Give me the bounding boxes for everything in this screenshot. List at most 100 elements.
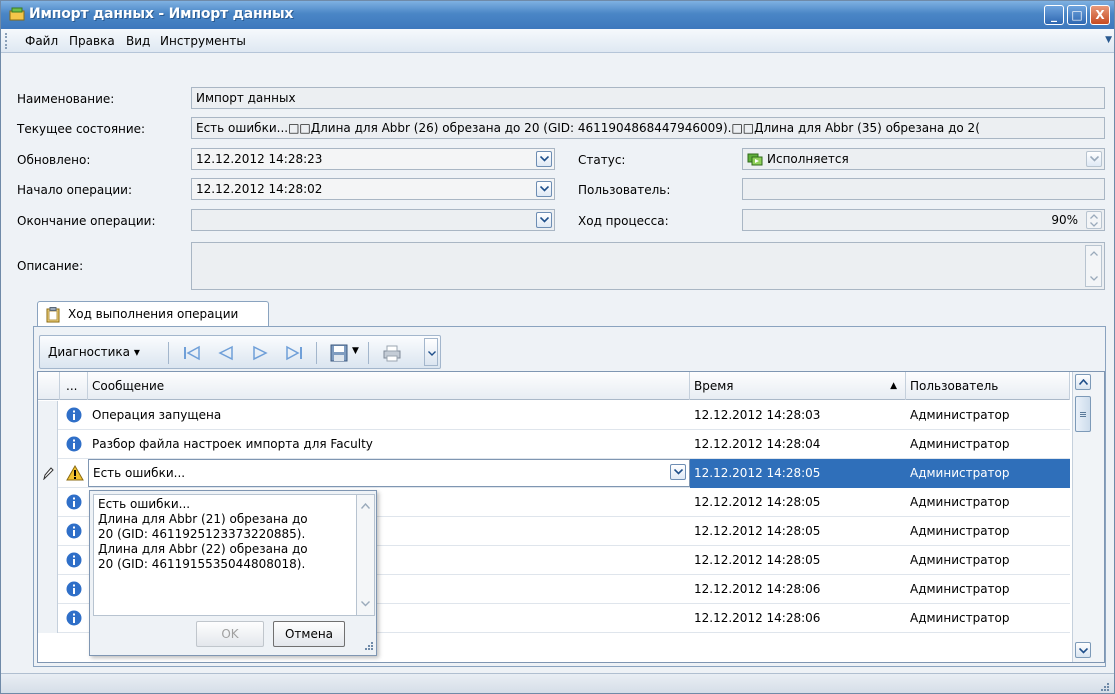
menu-view[interactable]: Вид (126, 34, 150, 48)
minimize-button[interactable]: _ (1044, 5, 1064, 25)
updated-field[interactable]: 12.12.2012 14:28:23 (191, 148, 555, 170)
row-indicator[interactable] (38, 430, 58, 459)
first-page-icon[interactable] (182, 344, 202, 362)
status-label: Статус: (578, 153, 626, 167)
user-cell[interactable]: Администратор (906, 459, 1070, 488)
start-field[interactable]: 12.12.2012 14:28:02 (191, 178, 555, 200)
row-indicator[interactable] (38, 604, 58, 633)
message-cell[interactable]: Разбор файла настроек импорта для Facult… (88, 430, 690, 459)
close-button[interactable]: X (1090, 5, 1110, 25)
name-field[interactable]: Импорт данных (191, 87, 1105, 109)
end-field[interactable] (191, 209, 555, 231)
progress-field[interactable]: 90% (742, 209, 1105, 231)
message-cell[interactable]: Есть ошибки... (88, 459, 690, 487)
user-cell[interactable]: Администратор (906, 430, 1070, 459)
menu-edit[interactable]: Правка (69, 34, 115, 48)
grid-vertical-scrollbar[interactable] (1072, 372, 1104, 662)
user-cell[interactable]: Администратор (906, 604, 1070, 633)
status-value: Исполняется (767, 152, 849, 166)
start-value: 12.12.2012 14:28:02 (196, 182, 323, 196)
scroll-up-icon (361, 503, 370, 509)
row-indicator[interactable] (38, 575, 58, 604)
state-label: Текущее состояние: (17, 122, 146, 136)
scroll-up-button[interactable] (1075, 374, 1091, 390)
save-icon[interactable] (330, 344, 348, 362)
row-indicator[interactable] (38, 459, 58, 488)
last-page-icon[interactable] (284, 344, 304, 362)
resize-grip-icon[interactable] (1098, 680, 1110, 692)
table-row[interactable]: Есть ошибки... 12.12.2012 14:28:05 Админис… (38, 459, 1070, 488)
user-cell[interactable]: Администратор (906, 575, 1070, 604)
save-dropdown-arrow-icon[interactable]: ▼ (352, 346, 359, 356)
chevron-down-icon (674, 469, 683, 475)
user-cell[interactable]: Администратор (906, 546, 1070, 575)
scroll-down-icon (1090, 276, 1098, 281)
user-field[interactable] (742, 178, 1105, 200)
message-line: 20 (GID: 4611925123373220885). (98, 527, 306, 541)
row-indicator[interactable] (38, 517, 58, 546)
description-field[interactable] (191, 242, 1105, 290)
status-field[interactable]: Исполняется (742, 148, 1105, 170)
scroll-down-button[interactable] (1075, 642, 1091, 658)
time-cell[interactable]: 12.12.2012 14:28:05 (690, 546, 906, 575)
table-row[interactable]: Операция запущена 12.12.2012 14:28:03 Адми… (38, 401, 1070, 430)
state-field[interactable]: Есть ошибки...□□Длина для Abbr (26) обре… (191, 117, 1105, 139)
menu-grip[interactable] (5, 33, 8, 49)
time-cell[interactable]: 12.12.2012 14:28:06 (690, 575, 906, 604)
status-dropdown-button[interactable] (1086, 151, 1102, 167)
message-editor-scrollbar[interactable] (357, 494, 375, 616)
message-editor-text[interactable]: Есть ошибки... Длина для Abbr (21) обрез… (93, 494, 357, 616)
time-cell[interactable]: 12.12.2012 14:28:04 (690, 430, 906, 459)
ok-button[interactable]: OK (196, 621, 264, 647)
marker-column-header[interactable]: ... (60, 372, 88, 400)
tab-operation-progress[interactable]: Ход выполнения операции (37, 301, 269, 327)
user-cell[interactable]: Администратор (906, 401, 1070, 430)
row-indicator[interactable] (38, 401, 58, 430)
diagnostics-dropdown[interactable]: Диагностика ▾ (48, 345, 140, 359)
next-page-icon[interactable] (250, 344, 270, 362)
chevron-down-icon (1079, 648, 1088, 654)
previous-page-icon[interactable] (216, 344, 236, 362)
time-cell[interactable]: 12.12.2012 14:28:03 (690, 401, 906, 430)
maximize-button[interactable]: □ (1067, 5, 1087, 25)
updated-label: Обновлено: (17, 153, 91, 167)
menu-file[interactable]: Файл (25, 34, 58, 48)
user-column-header[interactable]: Пользователь (906, 372, 1070, 400)
resize-grip-icon[interactable] (362, 639, 374, 651)
start-dropdown-button[interactable] (536, 181, 552, 197)
time-cell[interactable]: 12.12.2012 14:28:06 (690, 604, 906, 633)
sort-ascending-icon: ▲ (890, 381, 897, 391)
end-dropdown-button[interactable] (536, 212, 552, 228)
message-expand-button[interactable] (670, 464, 686, 480)
scroll-thumb[interactable] (1075, 396, 1091, 432)
table-row[interactable]: Разбор файла настроек импорта для Facult… (38, 430, 1070, 459)
info-icon (66, 494, 82, 513)
clipboard-icon (46, 307, 60, 323)
cancel-button[interactable]: Отмена (273, 621, 345, 647)
description-scrollbar[interactable] (1085, 245, 1102, 287)
user-cell[interactable]: Администратор (906, 488, 1070, 517)
info-icon (66, 436, 82, 455)
row-indicator[interactable] (38, 488, 58, 517)
print-icon[interactable] (382, 344, 402, 362)
title-bar[interactable]: Импорт данных - Импорт данных _ □ X (1, 1, 1114, 29)
menu-tools[interactable]: Инструменты (160, 34, 246, 48)
time-cell[interactable]: 12.12.2012 14:28:05 (690, 517, 906, 546)
toolbar-separator (368, 342, 369, 364)
menu-overflow-chevron-icon[interactable]: ▼ (1105, 35, 1112, 45)
time-column-header[interactable]: Время ▲ (690, 372, 906, 400)
message-line: Длина для Abbr (21) обрезана до (98, 512, 308, 526)
row-indicator[interactable] (38, 546, 58, 575)
app-icon (9, 7, 25, 21)
message-line: Длина для Abbr (22) обрезана до (98, 542, 308, 556)
time-cell[interactable]: 12.12.2012 14:28:05 (690, 459, 906, 488)
grid-header: ... Сообщение Время ▲ Пользователь (38, 372, 1070, 400)
message-column-header[interactable]: Сообщение (88, 372, 690, 400)
updated-dropdown-button[interactable] (536, 151, 552, 167)
time-cell[interactable]: 12.12.2012 14:28:05 (690, 488, 906, 517)
toolbar-overflow-button[interactable] (424, 338, 438, 366)
progress-spinner[interactable] (1086, 211, 1102, 229)
message-cell[interactable]: Операция запущена (88, 401, 690, 430)
user-cell[interactable]: Администратор (906, 517, 1070, 546)
running-icon (747, 153, 763, 166)
